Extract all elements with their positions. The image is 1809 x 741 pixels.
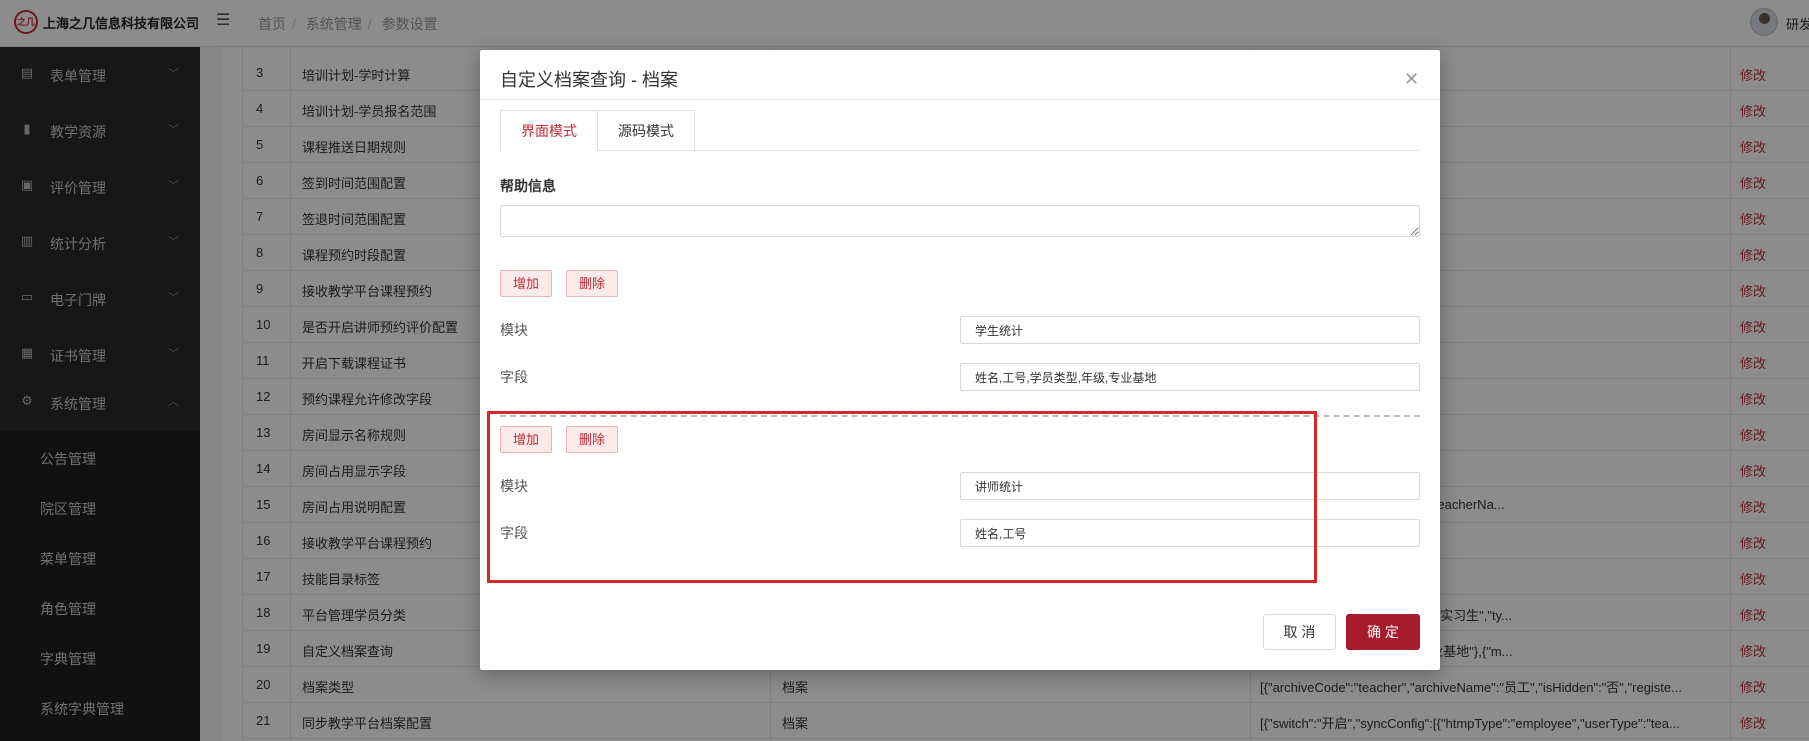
mode-tabs: 界面模式 源码模式 [500,110,1420,151]
tab-ui-mode[interactable]: 界面模式 [500,110,598,151]
module-input[interactable] [960,316,1420,344]
fields-input[interactable] [960,363,1420,391]
tab-source-mode[interactable]: 源码模式 [597,110,695,151]
help-textarea[interactable] [500,205,1420,237]
field-label: 字段 [500,369,528,385]
highlight-box [487,411,1317,583]
archive-query-dialog: 自定义档案查询 - 档案 ✕ 界面模式 源码模式 帮助信息 增加 删除 模块 字… [480,50,1440,670]
confirm-button[interactable]: 确 定 [1346,614,1420,650]
delete-button[interactable]: 删除 [566,270,619,297]
add-button[interactable]: 增加 [500,270,553,297]
dialog-title: 自定义档案查询 - 档案 [500,70,678,90]
dialog-divider [480,99,1440,100]
help-label: 帮助信息 [500,178,556,194]
close-icon[interactable]: ✕ [1404,70,1419,88]
cancel-button[interactable]: 取 消 [1263,614,1336,650]
module-label: 模块 [500,322,528,338]
